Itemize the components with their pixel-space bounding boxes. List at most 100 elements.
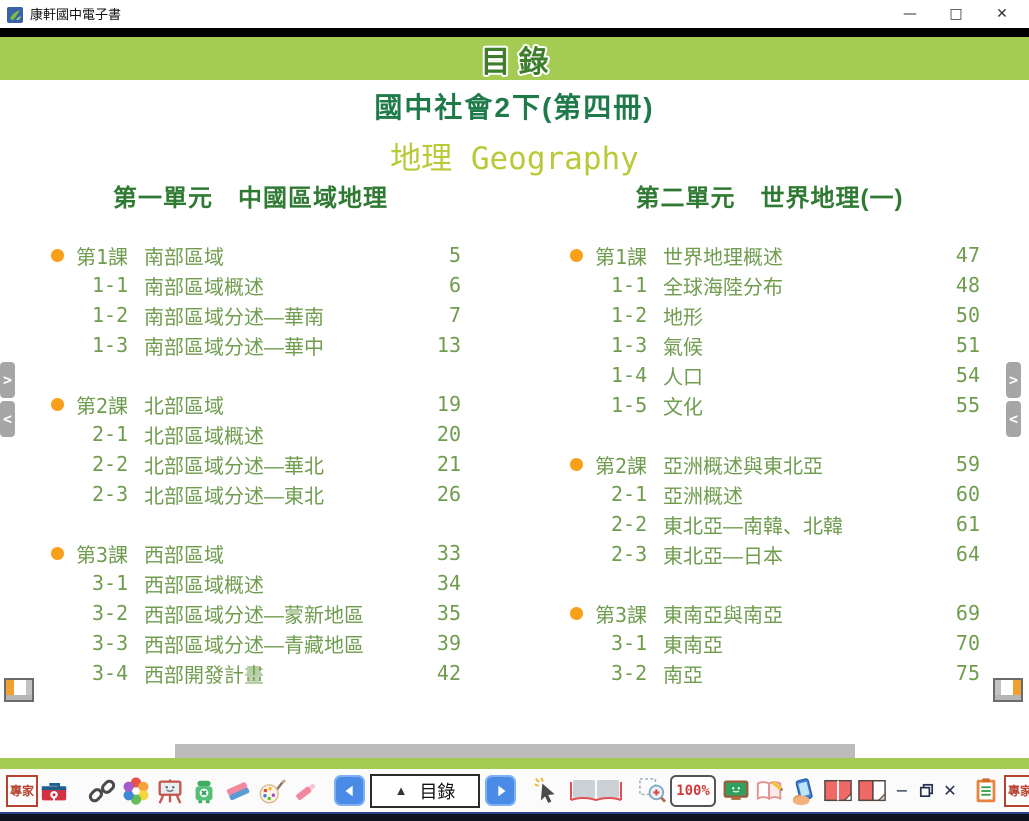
lesson-title: 氣候 [663,331,938,360]
robot-bin-icon[interactable] [188,774,220,808]
page-number: 6 [419,273,461,297]
toc-sub-row[interactable]: 3-1西部區域概述34 [40,568,461,598]
toc-sub-row[interactable]: 2-1亞洲概述60 [559,479,980,509]
lesson-title: 南部區域分述—華南 [144,301,419,330]
toc-sub-row[interactable]: 2-1北部區域概述20 [40,419,461,449]
lesson-number: 3-3 [76,631,140,655]
lesson-title: 文化 [663,391,938,420]
link-icon[interactable] [86,774,118,808]
window-title: 康軒國中電子書 [30,0,121,28]
left-page-corner-button[interactable] [4,678,34,702]
lesson-number: 1-5 [595,393,659,417]
app-close-button[interactable]: ✕ [938,779,962,803]
toc-sub-row[interactable]: 1-3南部區域分述—華中13 [40,330,461,360]
right-triangle-icon [492,782,510,800]
notes-clipboard-icon[interactable] [970,774,1002,808]
toc-sub-row[interactable]: 1-3氣候51 [559,330,980,360]
app-minimize-button[interactable]: − [890,779,914,803]
chalkboard-icon[interactable] [720,774,752,808]
left-edge-flip-back-button[interactable]: < [0,401,15,437]
maximize-button[interactable]: □ [933,0,979,28]
toc-sub-row[interactable]: 1-2南部區域分述—華南7 [40,300,461,330]
highlighter-icon[interactable] [290,774,322,808]
one-page-view-icon[interactable] [856,774,888,808]
left-edge-flip-forward-button[interactable]: > [0,362,15,398]
up-triangle-icon: ▲ [395,783,408,798]
lesson-title: 東北亞—日本 [663,540,938,569]
lesson-title: 東南亞與南亞 [663,599,938,628]
toc-sub-row[interactable]: 2-3東北亞—日本64 [559,539,980,569]
eraser-icon[interactable] [222,774,254,808]
page-selector-label: 目錄 [419,778,455,804]
toc-sub-row[interactable]: 1-5文化55 [559,390,980,420]
title-bar: 康軒國中電子書 — □ ✕ [0,0,1029,28]
toc-sub-row[interactable]: 1-4人口54 [559,360,980,390]
lesson-title: 亞洲概述 [663,480,938,509]
color-flower-icon[interactable] [120,774,152,808]
next-page-button[interactable] [485,775,516,806]
toc-sub-row[interactable]: 3-3西部區域分述—青藏地區39 [40,628,461,658]
lesson-number: 1-2 [595,303,659,327]
lesson-title: 亞洲概述與東北亞 [663,450,938,479]
page-number: 5 [419,243,461,267]
toc-sub-row[interactable]: 1-1南部區域概述6 [40,270,461,300]
lesson-number: 第1課 [76,241,140,270]
toc-lesson-row[interactable]: 第1課世界地理概述47 [559,240,980,270]
lesson-group: 第3課西部區域333-1西部區域概述343-2西部區域分述—蒙新地區353-3西… [40,538,461,688]
toc-sub-row[interactable]: 1-2地形50 [559,300,980,330]
right-page-corner-button[interactable] [993,678,1023,702]
app-restore-button[interactable] [914,779,938,803]
toc-sub-row[interactable]: 3-4西部開發計畫42 [40,658,461,688]
lesson-title: 南亞 [663,659,938,688]
toc-sub-row[interactable]: 3-2南亞75 [559,658,980,688]
two-page-view-icon[interactable] [822,774,854,808]
toolbox-icon[interactable] [38,774,70,808]
toc-lesson-row[interactable]: 第1課南部區域5 [40,240,461,270]
palette-icon[interactable] [256,774,288,808]
page-number: 34 [419,571,461,595]
lesson-bullet-icon [51,249,64,262]
horizontal-scrollbar[interactable] [175,744,855,758]
workbook-icon[interactable] [754,774,786,808]
lesson-number: 第3課 [595,599,659,628]
toc-sub-row[interactable]: 3-2西部區域分述—蒙新地區35 [40,598,461,628]
right-edge-flip-forward-button[interactable]: > [1006,362,1021,398]
restore-window-icon [917,781,936,800]
book-spread-icon[interactable] [566,774,626,808]
lesson-number: 2-3 [595,542,659,566]
lesson-title: 北部區域概述 [144,420,419,449]
page-number: 50 [938,303,980,327]
right-edge-flip-back-button[interactable]: < [1006,401,1021,437]
lesson-title: 西部開發計畫 [144,659,419,688]
toc-column-unit2: 第二單元 世界地理(一) 第1課世界地理概述471-1全球海陸分布481-2地形… [559,184,980,717]
zoom-area-icon[interactable] [636,774,668,808]
toc-sub-row[interactable]: 2-2東北亞—南韓、北韓61 [559,509,980,539]
toc-sub-row[interactable]: 2-3北部區域分述—東北26 [40,479,461,509]
lesson-bullet-icon [570,249,583,262]
page-number: 19 [419,392,461,416]
mobile-device-icon[interactable] [788,774,820,808]
unit-lessons: 第1課南部區域51-1南部區域概述61-2南部區域分述—華南71-3南部區域分述… [40,240,461,688]
pointer-tool-icon[interactable] [532,774,564,808]
corner-gray-bottom [6,695,32,700]
corner-gray-bottom [995,695,1021,700]
lesson-bullet-icon [570,458,583,471]
zoom-level-button[interactable]: 100% [670,775,716,807]
lesson-number: 3-1 [595,631,659,655]
toc-sub-row[interactable]: 1-1全球海陸分布48 [559,270,980,300]
expert-mode-button-right[interactable]: 專家 [1004,775,1029,807]
page-selector[interactable]: ▲ 目錄 [370,774,480,808]
close-button[interactable]: ✕ [979,0,1025,28]
easel-icon[interactable] [154,774,186,808]
toc-sub-row[interactable]: 3-1東南亞70 [559,628,980,658]
lesson-bullet-icon [51,398,64,411]
expert-mode-button-left[interactable]: 專家 [6,775,38,807]
toc-lesson-row[interactable]: 第2課北部區域19 [40,389,461,419]
minimize-button[interactable]: — [887,0,933,28]
toc-sub-row[interactable]: 2-2北部區域分述—華北21 [40,449,461,479]
toc-lesson-row[interactable]: 第3課東南亞與南亞69 [559,598,980,628]
toc-lesson-row[interactable]: 第2課亞洲概述與東北亞59 [559,449,980,479]
toc-lesson-row[interactable]: 第3課西部區域33 [40,538,461,568]
prev-page-button[interactable] [334,775,365,806]
book-title: 國中社會2下(第四冊) [0,86,1029,126]
